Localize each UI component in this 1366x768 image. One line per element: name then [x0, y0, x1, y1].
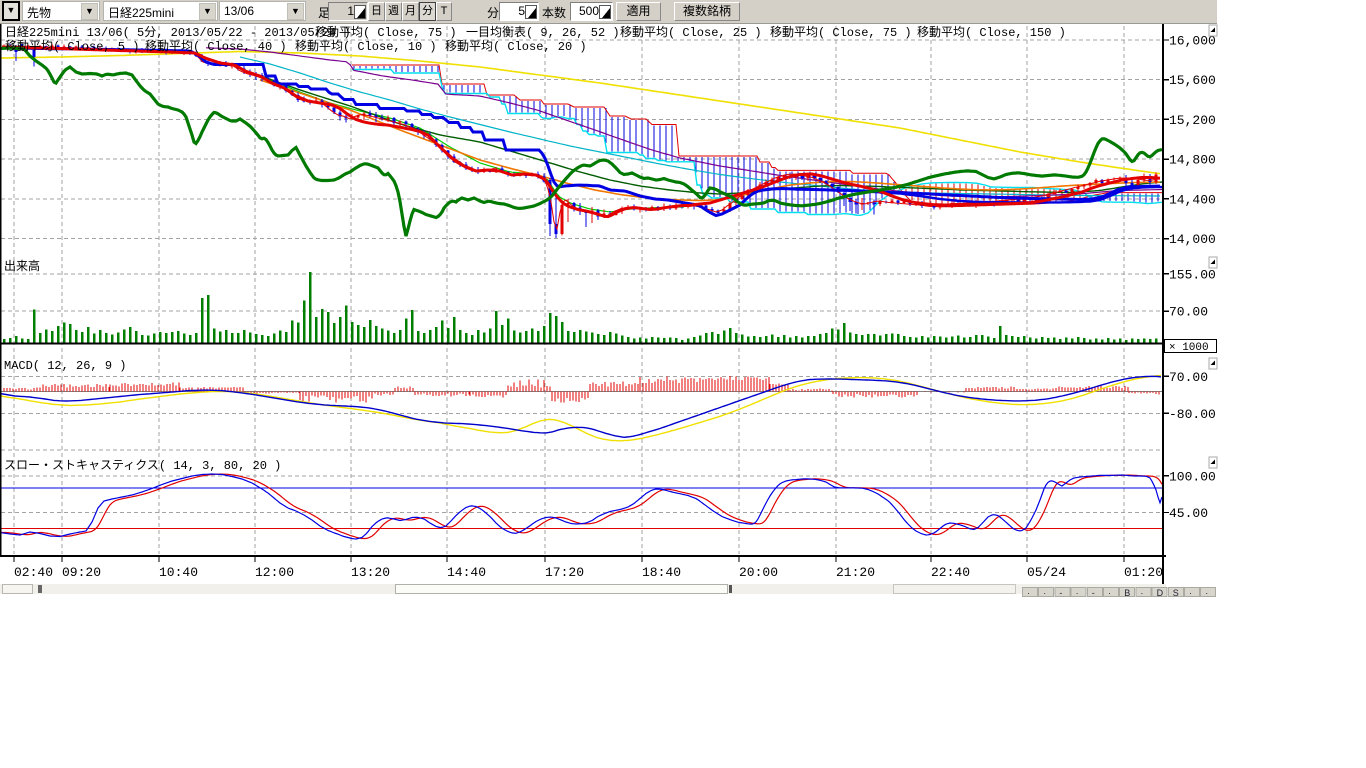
- svg-text:移動平均( Close, 10 ): 移動平均( Close, 10 ): [295, 39, 437, 54]
- svg-text:155.00: 155.00: [1169, 267, 1216, 282]
- svg-text:15,200: 15,200: [1169, 113, 1216, 128]
- svg-text:·: ·: [1027, 588, 1030, 598]
- svg-text:45.00: 45.00: [1169, 506, 1208, 521]
- svg-text:14,800: 14,800: [1169, 153, 1216, 168]
- svg-text:20:00: 20:00: [739, 565, 778, 580]
- svg-text:14,400: 14,400: [1169, 192, 1216, 207]
- svg-text:スロー・ストキャスティクス( 14, 3, 80, 20 ): スロー・ストキャスティクス( 14, 3, 80, 20 ): [4, 458, 281, 473]
- svg-text:18:40: 18:40: [642, 565, 681, 580]
- svg-text:14:40: 14:40: [447, 565, 486, 580]
- svg-text:12:00: 12:00: [255, 565, 294, 580]
- svg-text:移動平均( Close, 75 ): 移動平均( Close, 75 ): [770, 25, 912, 40]
- svg-text:02:40: 02:40: [14, 565, 53, 580]
- svg-text:移動平均( Close, 20 ): 移動平均( Close, 20 ): [445, 39, 587, 54]
- svg-text:× 1000: × 1000: [1169, 342, 1209, 354]
- svg-text:17:20: 17:20: [545, 565, 584, 580]
- svg-text:01:20: 01:20: [1124, 565, 1163, 580]
- svg-text:·: ·: [1108, 588, 1111, 598]
- svg-text:移動平均( Close, 40 ): 移動平均( Close, 40 ): [145, 39, 287, 54]
- svg-text:-: -: [1092, 588, 1095, 598]
- svg-text:日経225mini 13/06( 5分, 2013/05/2: 日経225mini 13/06( 5分, 2013/05/22 - 2013/0…: [5, 25, 351, 40]
- svg-text:70.00: 70.00: [1169, 370, 1208, 385]
- svg-text:09:20: 09:20: [62, 565, 101, 580]
- svg-text:·: ·: [1140, 588, 1143, 598]
- svg-text:移動平均( Close, 75 ): 移動平均( Close, 75 ): [315, 25, 457, 40]
- svg-text:出来高: 出来高: [4, 258, 40, 274]
- svg-text:14,000: 14,000: [1169, 232, 1216, 247]
- svg-text:-80.00: -80.00: [1169, 407, 1216, 422]
- svg-text:100.00: 100.00: [1169, 469, 1216, 484]
- svg-text:15,600: 15,600: [1169, 73, 1216, 88]
- svg-text:MACD( 12, 26, 9 ): MACD( 12, 26, 9 ): [4, 359, 126, 373]
- svg-text:移動平均( Close, 5 ): 移動平均( Close, 5 ): [5, 39, 139, 54]
- svg-text:S: S: [1173, 588, 1179, 598]
- svg-text:21:20: 21:20: [836, 565, 875, 580]
- svg-text:10:40: 10:40: [159, 565, 198, 580]
- svg-text:移動平均( Close, 150 ): 移動平均( Close, 150 ): [917, 25, 1066, 40]
- svg-text:D: D: [1157, 588, 1164, 598]
- svg-text:·: ·: [1076, 588, 1079, 598]
- svg-text:-: -: [1059, 588, 1062, 598]
- svg-text:一目均衡表( 9, 26, 52 ): 一目均衡表( 9, 26, 52 ): [466, 25, 620, 40]
- svg-text:70.00: 70.00: [1169, 305, 1208, 320]
- svg-text:13:20: 13:20: [351, 565, 390, 580]
- svg-text:·: ·: [1189, 588, 1192, 598]
- svg-text:移動平均( Close, 25 ): 移動平均( Close, 25 ): [620, 25, 762, 40]
- svg-text:B: B: [1124, 588, 1130, 598]
- svg-text:22:40: 22:40: [931, 565, 970, 580]
- svg-text:·: ·: [1043, 588, 1046, 598]
- svg-text:·: ·: [1205, 588, 1208, 598]
- svg-text:05/24: 05/24: [1027, 565, 1066, 580]
